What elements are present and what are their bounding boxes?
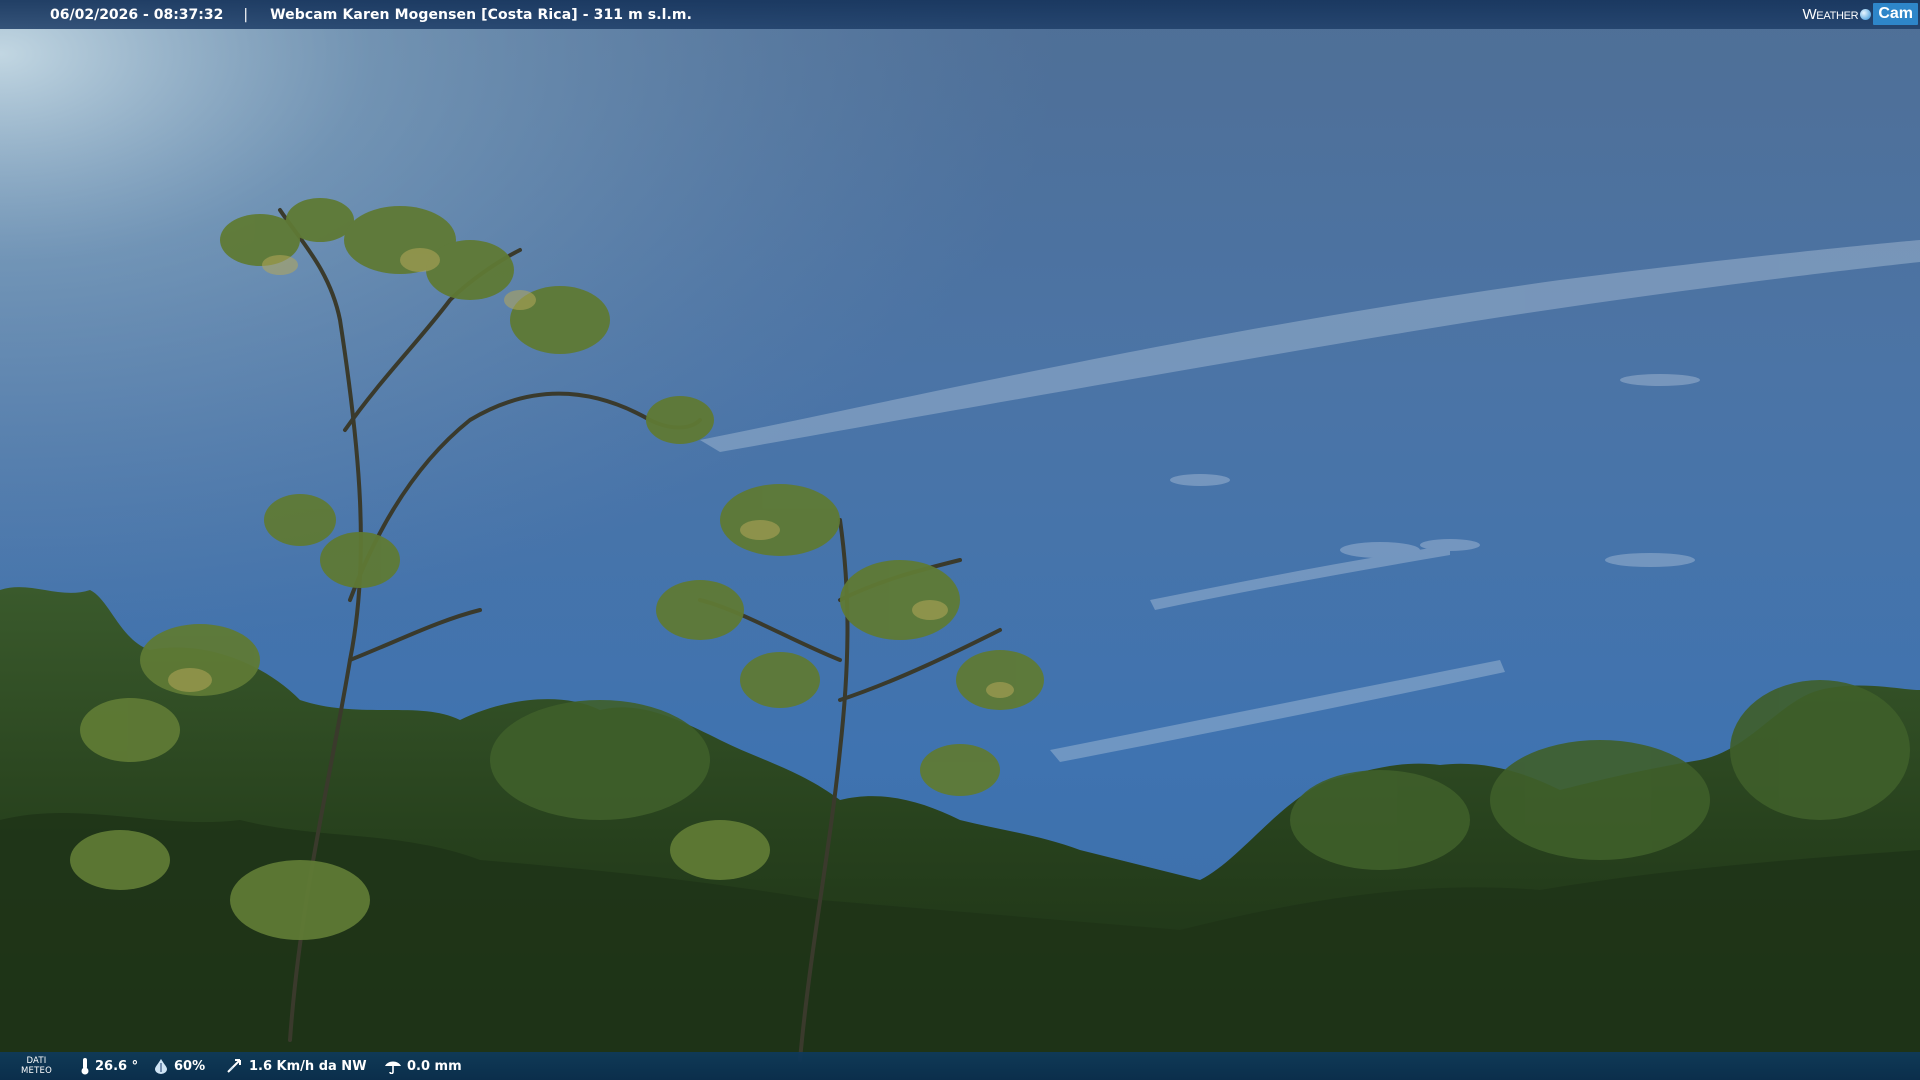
logo-cam-text: Cam <box>1873 3 1918 25</box>
rain-gauge-icon <box>385 1061 401 1074</box>
header-bar: 06/02/2026 - 08:37:32 | Webcam Karen Mog… <box>0 0 1920 29</box>
header-separator: | <box>243 6 249 23</box>
weather-data-bar: DATI METEO 26.6 ° 60% 1.6 Km/h da NW 0.0… <box>0 1052 1920 1080</box>
thermometer-icon <box>81 1058 89 1075</box>
weathercam-logo: Weather Cam <box>1802 1 1918 27</box>
wind-icon <box>227 1059 241 1073</box>
timestamp: 06/02/2026 - 08:37:32 <box>50 6 224 23</box>
humidity-reading: 60% <box>153 1052 205 1080</box>
webcam-title: Webcam Karen Mogensen [Costa Rica] - 311… <box>270 6 693 23</box>
rain-value: 0.0 mm <box>407 1058 462 1074</box>
wind-reading: 1.6 Km/h da NW <box>226 1052 367 1080</box>
temperature-reading: 26.6 ° <box>80 1052 138 1080</box>
dati-meteo-label: DATI METEO <box>21 1056 52 1076</box>
rain-reading: 0.0 mm <box>384 1052 462 1080</box>
logo-weather-text: Weather <box>1802 5 1859 23</box>
logo-globe-icon <box>1860 8 1872 20</box>
wind-value: 1.6 Km/h da NW <box>249 1058 367 1074</box>
temperature-value: 26.6 ° <box>95 1058 139 1074</box>
webcam-image <box>0 0 1920 1080</box>
humidity-icon <box>155 1059 167 1074</box>
humidity-value: 60% <box>174 1058 206 1074</box>
